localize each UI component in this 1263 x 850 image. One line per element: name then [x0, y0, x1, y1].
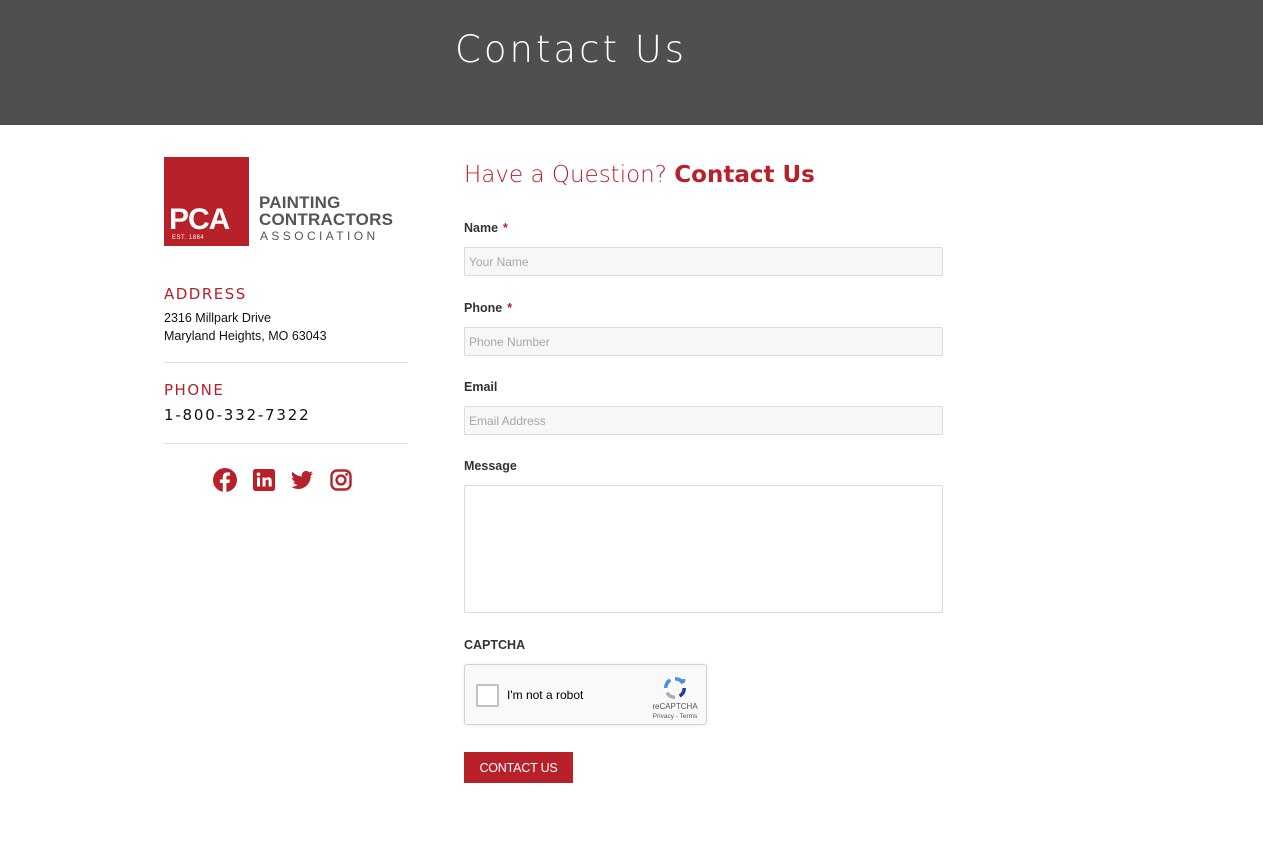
logo-line-3: ASSOCIATION — [260, 229, 379, 243]
form-title-light: Have a Question? — [464, 162, 667, 188]
pca-logo[interactable]: PCA EST. 1884 PAINTING CONTRACTORS ASSOC… — [164, 157, 409, 247]
facebook-icon[interactable] — [213, 468, 237, 492]
phone-label: Phone * — [464, 301, 512, 315]
recaptcha-widget: I'm not a robot reCAPTCHA Privacy - Term… — [464, 664, 707, 725]
logo-line-2: CONTRACTORS — [259, 210, 394, 229]
recaptcha-terms[interactable]: Privacy - Terms — [643, 713, 707, 720]
recaptcha-checkbox[interactable] — [476, 684, 499, 707]
recaptcha-brand: reCAPTCHA — [652, 702, 698, 711]
contact-us-button[interactable]: CONTACT US — [464, 752, 573, 783]
message-field[interactable] — [464, 485, 943, 613]
email-label: Email — [464, 380, 498, 394]
logo-mark: PCA EST. 1884 — [164, 157, 249, 246]
page-title: Contact Us — [455, 28, 688, 71]
address-line-1: 2316 Millpark Drive — [164, 311, 271, 325]
phone-label-text: Phone — [464, 301, 503, 315]
phone-field[interactable] — [464, 327, 943, 356]
phone-heading: PHONE — [164, 381, 225, 399]
recaptcha-text: I'm not a robot — [507, 688, 584, 702]
divider — [164, 362, 408, 363]
twitter-icon[interactable] — [290, 468, 314, 492]
form-title: Have a Question? Contact Us — [464, 162, 815, 188]
name-label: Name * — [464, 221, 508, 235]
name-label-text: Name — [464, 221, 499, 235]
instagram-icon[interactable] — [329, 468, 353, 492]
address-heading: ADDRESS — [164, 285, 247, 303]
message-label: Message — [464, 459, 517, 473]
recaptcha-icon — [661, 674, 689, 702]
email-field[interactable] — [464, 406, 943, 435]
address-line-2: Maryland Heights, MO 63043 — [164, 329, 327, 343]
required-marker: * — [503, 221, 508, 235]
divider — [164, 443, 408, 444]
captcha-label: CAPTCHA — [464, 638, 526, 652]
name-field[interactable] — [464, 247, 943, 276]
linkedin-icon[interactable] — [252, 468, 276, 492]
required-marker: * — [507, 301, 513, 315]
page-hero: Contact Us — [0, 0, 1263, 125]
form-title-bold: Contact Us — [674, 162, 815, 188]
logo-est: EST. 1884 — [172, 235, 205, 241]
logo-abbr: PCA — [169, 203, 230, 236]
phone-number[interactable]: 1-800-332-7322 — [164, 406, 310, 424]
